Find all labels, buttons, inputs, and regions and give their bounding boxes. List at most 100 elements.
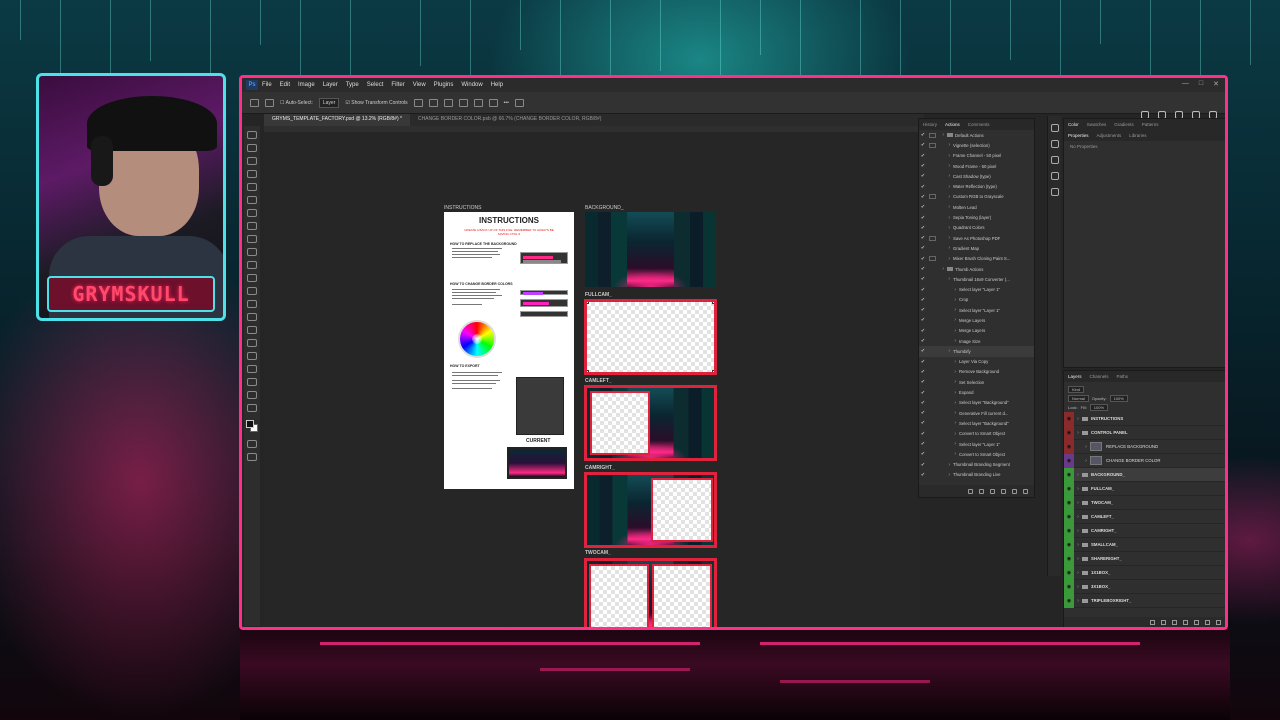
layer-row[interactable]: ◉ › TWOCAM_	[1064, 495, 1225, 510]
check-icon[interactable]: ✔	[919, 297, 927, 303]
chevron-right-icon[interactable]: ›	[938, 266, 944, 272]
action-item[interactable]: ✔ › Wood Frame - 50 pixel	[919, 161, 1034, 171]
chevron-right-icon[interactable]: ›	[1074, 528, 1082, 534]
layer-row[interactable]: ◉ › SHARERIGHT_	[1064, 551, 1225, 566]
chevron-right-icon[interactable]: ›	[938, 328, 956, 334]
action-item[interactable]: ✔ › Gradient Map	[919, 243, 1034, 253]
menu-plugins[interactable]: Plugins	[434, 82, 454, 88]
chevron-right-icon[interactable]: ›	[938, 369, 956, 375]
zoom-tool-icon[interactable]	[247, 391, 257, 399]
blend-mode-dropdown[interactable]: Normal	[1068, 395, 1089, 402]
check-icon[interactable]: ✔	[919, 472, 927, 478]
pen-tool-icon[interactable]	[247, 326, 257, 334]
chevron-right-icon[interactable]: ›	[1074, 556, 1082, 562]
tab-patterns[interactable]: Patterns	[1142, 122, 1159, 127]
visibility-eye-icon[interactable]: ◉	[1064, 425, 1074, 440]
dialog-toggle-icon[interactable]	[929, 256, 936, 262]
object-select-tool-icon[interactable]	[247, 170, 257, 178]
chevron-right-icon[interactable]: ›	[938, 287, 956, 293]
tab-paths[interactable]: Paths	[1117, 374, 1129, 379]
eraser-tool-icon[interactable]	[247, 274, 257, 282]
record-icon[interactable]	[979, 488, 984, 494]
action-item[interactable]: ✔ › Cast Shadow (type)	[919, 171, 1034, 181]
move-tool-icon[interactable]	[247, 131, 257, 139]
type-tool-icon[interactable]	[247, 339, 257, 347]
action-item[interactable]: ✔ › Thumbnail Branding Live	[919, 470, 1034, 480]
check-icon[interactable]: ✔	[919, 359, 927, 365]
dialog-toggle-icon[interactable]	[929, 318, 936, 323]
quick-mask-icon[interactable]	[247, 440, 257, 448]
info-icon[interactable]	[1050, 156, 1059, 164]
more-options-icon[interactable]: •••	[504, 100, 509, 106]
screen-mode-icon[interactable]	[247, 453, 257, 461]
action-item[interactable]: ✔ › Quadrant Colors	[919, 223, 1034, 233]
rectangle-tool-icon[interactable]	[247, 365, 257, 373]
check-icon[interactable]: ✔	[919, 431, 927, 437]
dialog-toggle-icon[interactable]	[929, 442, 936, 447]
action-item[interactable]: ✔ › Expand	[919, 387, 1034, 397]
frame-tool-icon[interactable]	[247, 196, 257, 204]
layer-row[interactable]: ◉ › REPLACE BACKGROUND	[1064, 439, 1225, 454]
chevron-right-icon[interactable]: ›	[938, 451, 956, 457]
tab-swatches[interactable]: Swatches	[1087, 122, 1107, 127]
minimize-button[interactable]: —	[1182, 80, 1189, 88]
artboard-label-twocam[interactable]: TWOCAM_	[585, 550, 611, 556]
filter-kind-dropdown[interactable]: Kind	[1068, 386, 1085, 393]
hand-tool-icon[interactable]	[247, 378, 257, 386]
dialog-toggle-icon[interactable]	[929, 277, 936, 282]
visibility-eye-icon[interactable]: ◉	[1064, 593, 1074, 608]
chevron-right-icon[interactable]: ›	[938, 359, 956, 365]
action-item[interactable]: ✔ › Custom RGB to Grayscale	[919, 192, 1034, 202]
chevron-right-icon[interactable]: ›	[938, 245, 950, 251]
dialog-toggle-icon[interactable]	[929, 411, 936, 416]
chevron-right-icon[interactable]: ›	[938, 441, 956, 447]
visibility-eye-icon[interactable]: ◉	[1064, 467, 1074, 482]
chevron-right-icon[interactable]: ›	[1074, 430, 1082, 436]
action-item[interactable]: ✔ › Select layer "Background"	[919, 398, 1034, 408]
tab-layers[interactable]: Layers	[1068, 374, 1082, 379]
dialog-toggle-icon[interactable]	[929, 267, 936, 272]
layer-row[interactable]: ◉ › 3X1BOX_	[1064, 579, 1225, 594]
dialog-toggle-icon[interactable]	[929, 297, 936, 302]
check-icon[interactable]: ✔	[919, 204, 927, 210]
align-bottom-icon[interactable]	[488, 98, 498, 107]
align-left-icon[interactable]	[413, 98, 423, 107]
chevron-right-icon[interactable]: ›	[938, 431, 956, 437]
chevron-right-icon[interactable]: ›	[1074, 514, 1082, 520]
lasso-tool-icon[interactable]	[247, 157, 257, 165]
layer-row[interactable]: ◉ › BACKGROUND_	[1064, 467, 1225, 482]
artboard-label-fullcam[interactable]: FULLCAM_	[585, 292, 612, 298]
chevron-right-icon[interactable]: ›	[938, 173, 950, 179]
chevron-right-icon[interactable]: ›	[938, 184, 950, 190]
check-icon[interactable]: ✔	[919, 400, 927, 406]
check-icon[interactable]: ✔	[919, 379, 927, 385]
chevron-right-icon[interactable]: ›	[938, 317, 956, 323]
check-icon[interactable]: ✔	[919, 142, 927, 148]
action-item[interactable]: ✔ › Thumbify	[919, 346, 1034, 357]
chevron-right-icon[interactable]: ›	[1074, 598, 1082, 604]
eyedropper-tool-icon[interactable]	[247, 209, 257, 217]
home-icon[interactable]	[250, 98, 259, 107]
action-item[interactable]: ✔ › Molten Lead	[919, 202, 1034, 212]
dialog-toggle-icon[interactable]	[929, 132, 936, 138]
dialog-toggle-icon[interactable]	[929, 164, 936, 169]
check-icon[interactable]: ✔	[919, 317, 927, 323]
fill-field[interactable]: 100%	[1089, 404, 1109, 411]
chevron-right-icon[interactable]: ›	[938, 400, 956, 406]
dialog-toggle-icon[interactable]	[929, 287, 936, 292]
visibility-eye-icon[interactable]: ◉	[1064, 551, 1074, 566]
align-right-icon[interactable]	[443, 98, 453, 107]
tab-color[interactable]: Color	[1068, 122, 1079, 127]
blur-tool-icon[interactable]	[247, 300, 257, 308]
visibility-eye-icon[interactable]: ◉	[1064, 439, 1074, 454]
chevron-right-icon[interactable]: ›	[938, 390, 956, 396]
new-set-icon[interactable]	[1001, 488, 1006, 494]
action-item[interactable]: ✔ › Vignette (selection)	[919, 140, 1034, 150]
check-icon[interactable]: ✔	[919, 184, 927, 190]
visibility-eye-icon[interactable]: ◉	[1064, 481, 1074, 496]
check-icon[interactable]: ✔	[919, 451, 927, 457]
artboard-label-camright[interactable]: CAMRIGHT_	[585, 465, 615, 471]
chevron-right-icon[interactable]: ›	[938, 163, 950, 169]
menu-help[interactable]: Help	[491, 82, 503, 88]
dialog-toggle-icon[interactable]	[929, 142, 936, 148]
